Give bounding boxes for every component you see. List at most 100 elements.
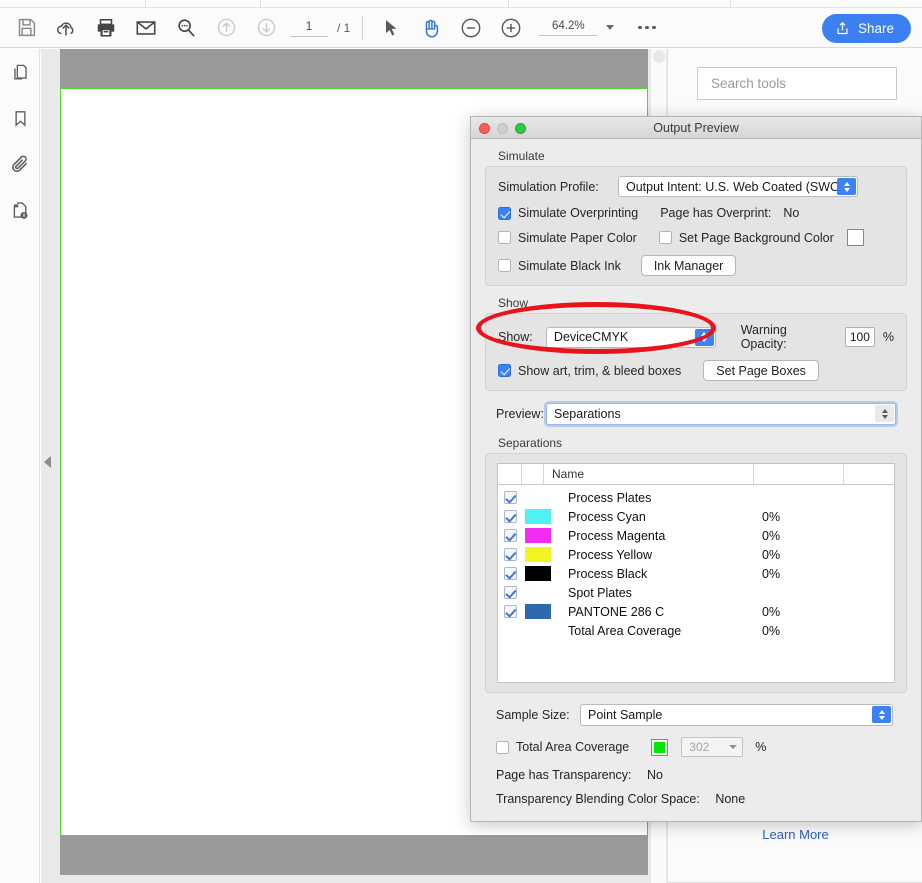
column-name: Name: [544, 464, 754, 484]
separations-table[interactable]: Name Process Plates Process Cyan 0% Process…: [497, 463, 895, 683]
separations-group: Name Process Plates Process Cyan 0% Process…: [485, 453, 907, 693]
page-down-icon[interactable]: [246, 8, 286, 48]
simulate-overprinting-checkbox[interactable]: [498, 206, 511, 220]
attachments-icon[interactable]: [0, 141, 40, 187]
ink-manager-button[interactable]: Ink Manager: [640, 255, 737, 276]
table-row[interactable]: Process Black 0%: [498, 564, 894, 583]
page-total-label: / 1: [337, 20, 351, 35]
show-group-label: Show: [498, 296, 529, 310]
page-background-color-swatch[interactable]: [846, 229, 864, 246]
separation-value: 0%: [762, 604, 781, 619]
page-number-input[interactable]: [290, 18, 328, 37]
print-icon[interactable]: [86, 8, 126, 48]
simulate-black-ink-checkbox[interactable]: [498, 259, 511, 272]
show-dropdown[interactable]: DeviceCMYK: [545, 326, 716, 348]
column-extra: [844, 464, 894, 484]
row-checkbox-cell: [498, 567, 522, 580]
learn-more-link[interactable]: Learn More: [668, 827, 922, 842]
zoom-in-icon[interactable]: [491, 8, 531, 48]
ink-swatch-cell: [522, 509, 568, 524]
chevron-down-icon[interactable]: [606, 25, 615, 30]
table-row[interactable]: PANTONE 286 C 0%: [498, 602, 894, 621]
set-page-boxes-button[interactable]: Set Page Boxes: [703, 360, 819, 381]
upload-cloud-icon[interactable]: [46, 8, 86, 48]
table-row[interactable]: Process Magenta 0%: [498, 526, 894, 545]
page-thumbnails-icon[interactable]: [0, 49, 40, 95]
simulate-group: Simulation Profile: Output Intent: U.S. …: [485, 166, 907, 286]
separations-row-list: Process Plates Process Cyan 0% Process Mage…: [498, 485, 894, 640]
total-area-coverage-label: Total Area Coverage: [516, 740, 630, 754]
ink-swatch-cell: [522, 566, 568, 581]
page-has-overprint-value: No: [783, 206, 800, 220]
page-navigation: / 1: [290, 18, 350, 37]
bookmarks-icon[interactable]: [0, 95, 40, 141]
separation-visibility-checkbox[interactable]: [503, 548, 517, 561]
total-area-coverage-checkbox[interactable]: [496, 740, 509, 754]
separations-group-label: Separations: [498, 436, 563, 450]
separation-visibility-checkbox[interactable]: [503, 529, 517, 542]
simulate-black-ink-label: Simulate Black Ink: [518, 258, 621, 273]
scrollbar-thumb[interactable]: [653, 50, 665, 63]
zoom-level-value[interactable]: 64.2%: [539, 20, 598, 36]
separation-visibility-checkbox[interactable]: [503, 586, 517, 599]
table-row[interactable]: Total Area Coverage 0%: [498, 621, 894, 640]
sample-size-dropdown[interactable]: Point Sample: [580, 704, 893, 726]
panel-collapse-arrow-icon[interactable]: [44, 456, 51, 468]
hand-icon[interactable]: [411, 8, 451, 48]
ink-swatch-cell: [522, 604, 568, 619]
simulate-paper-color-checkbox[interactable]: [498, 231, 511, 244]
output-preview-dialog[interactable]: Output Preview Simulate Simulation Profi…: [470, 116, 922, 822]
total-area-coverage-value-select[interactable]: 302: [681, 737, 744, 757]
ink-color-swatch: [525, 509, 551, 524]
zoom-out-icon[interactable]: [451, 8, 491, 48]
warning-opacity-input[interactable]: 100: [844, 327, 875, 347]
more-options-icon[interactable]: [638, 25, 656, 30]
simulation-profile-value: Output Intent: U.S. Web Coated (SWOP)…: [626, 179, 858, 194]
show-art-trim-bleed-boxes-checkbox[interactable]: [498, 364, 511, 377]
chevron-down-icon[interactable]: [729, 745, 738, 749]
zoom-window-icon[interactable]: [515, 123, 526, 134]
preview-dropdown[interactable]: Separations: [546, 403, 896, 425]
column-check: [498, 464, 522, 484]
separation-visibility-checkbox[interactable]: [503, 510, 517, 523]
separation-name: Process Plates: [568, 490, 652, 505]
dialog-title: Output Preview: [653, 120, 739, 135]
close-icon[interactable]: [479, 123, 490, 134]
minimize-icon[interactable]: [497, 123, 508, 134]
simulate-overprinting-row: Simulate Overprinting Page has Overprint…: [498, 206, 894, 220]
table-row[interactable]: Process Cyan 0%: [498, 507, 894, 526]
column-value: [754, 464, 844, 484]
ink-swatch-cell: [522, 547, 568, 562]
document-info-icon[interactable]: [0, 187, 40, 233]
zoom-control[interactable]: 64.2%: [539, 20, 615, 36]
search-zoom-icon[interactable]: [166, 8, 206, 48]
separation-visibility-checkbox[interactable]: [503, 491, 517, 504]
cursor-arrow-icon[interactable]: [371, 8, 411, 48]
page-up-icon[interactable]: [206, 8, 246, 48]
page-has-overprint-label: Page has Overprint:: [660, 206, 772, 220]
table-row[interactable]: Spot Plates: [498, 583, 894, 602]
stepper-arrows-icon[interactable]: [694, 328, 714, 346]
simulation-profile-dropdown[interactable]: Output Intent: U.S. Web Coated (SWOP)…: [618, 176, 858, 197]
simulation-profile-row: Simulation Profile: Output Intent: U.S. …: [498, 176, 894, 197]
stepper-arrows-icon[interactable]: [875, 405, 894, 422]
separation-visibility-checkbox[interactable]: [503, 567, 517, 580]
save-icon[interactable]: [6, 8, 46, 48]
dialog-title-bar[interactable]: Output Preview: [471, 117, 921, 139]
total-area-coverage-color-swatch[interactable]: [651, 738, 669, 756]
search-tools-input[interactable]: Search tools: [697, 67, 897, 100]
row-checkbox-cell: [498, 605, 522, 618]
stepper-arrows-icon[interactable]: [872, 706, 891, 723]
email-icon[interactable]: [126, 8, 166, 48]
separation-name: Spot Plates: [568, 585, 632, 600]
table-row[interactable]: Process Plates: [498, 488, 894, 507]
separation-visibility-checkbox[interactable]: [503, 605, 517, 618]
separations-table-header: Name: [498, 464, 894, 485]
show-art-trim-bleed-boxes-label: Show art, trim, & bleed boxes: [518, 363, 682, 378]
share-button[interactable]: Share: [821, 14, 911, 43]
separation-name: Process Black: [568, 566, 648, 581]
preview-label: Preview:: [496, 407, 544, 421]
set-page-background-color-checkbox[interactable]: [658, 231, 672, 244]
table-row[interactable]: Process Yellow 0%: [498, 545, 894, 564]
stepper-arrows-icon[interactable]: [837, 178, 856, 195]
